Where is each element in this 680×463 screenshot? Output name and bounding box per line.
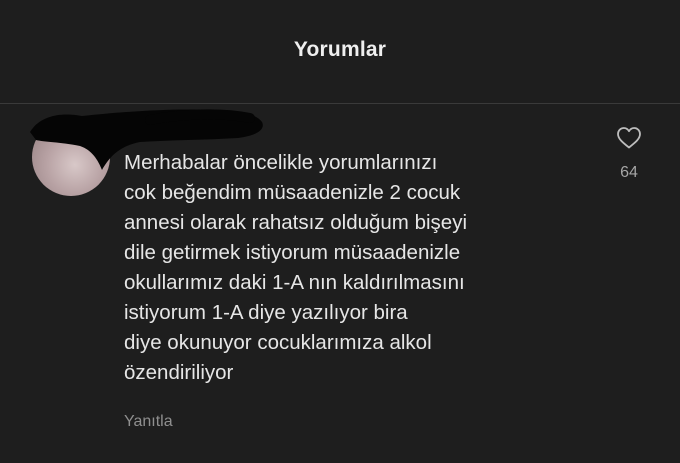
avatar[interactable] bbox=[32, 118, 110, 196]
header-divider bbox=[0, 103, 680, 104]
header-title: Yorumlar bbox=[293, 38, 387, 61]
heart-outline-icon[interactable] bbox=[616, 126, 642, 150]
comment-text: Merhabalar öncelikle yorumlarınızı cok b… bbox=[124, 151, 467, 384]
like-area: 64 bbox=[604, 126, 654, 182]
like-count: 64 bbox=[620, 164, 638, 181]
reply-button[interactable]: Yanıtla bbox=[124, 413, 173, 431]
comments-header: Yorumlar bbox=[0, 0, 680, 104]
